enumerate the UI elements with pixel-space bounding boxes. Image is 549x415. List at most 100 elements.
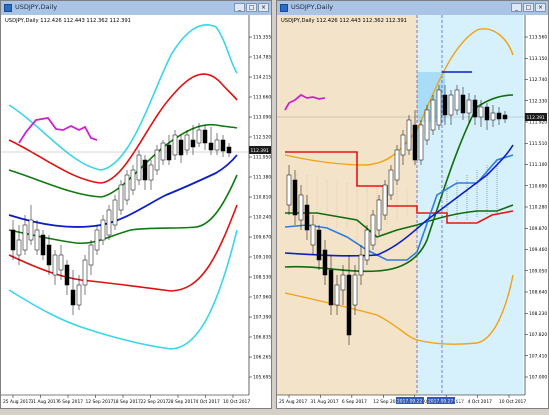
current-price-label: 112.391: [527, 115, 545, 121]
candle-body: [340, 274, 346, 291]
time-tick-label: 22 Sep 2017: [141, 399, 169, 405]
candle-body: [46, 244, 52, 266]
candle-body: [490, 112, 496, 121]
price-tick-label: 111.100: [529, 162, 547, 168]
candle-body: [154, 149, 160, 171]
price-tick-label: 105.695: [253, 375, 271, 381]
candle-body: [166, 144, 172, 161]
candle-body: [190, 139, 196, 148]
candle-body: [100, 219, 106, 241]
current-price-label: 112.391: [251, 148, 269, 154]
candle-body: [472, 99, 478, 118]
candle-body: [184, 134, 190, 151]
window-title: USDJPY,Daily: [291, 3, 334, 11]
chart-window-right[interactable]: USDJPY,Daily _ □ × 113.560 113.150 112.7…: [276, 0, 549, 409]
candle-body: [382, 184, 388, 216]
candle-body: [334, 284, 340, 306]
time-tick-label: 4 Oct 2017: [468, 399, 493, 405]
candle-body: [388, 169, 394, 196]
maximize-button[interactable]: □: [523, 3, 534, 12]
candle-body: [172, 134, 178, 156]
candle-body: [502, 114, 508, 120]
candle-body: [58, 254, 64, 271]
candle-body: [496, 112, 502, 120]
candle-body: [10, 229, 16, 251]
time-tick-label: 28 Sep 2017: [168, 399, 196, 405]
price-tick-label: 109.670: [253, 235, 271, 241]
chart-window-icon: [4, 4, 12, 12]
chart-window-left[interactable]: USDJPY,Daily _ □ × 115.355 114.785 114.215…: [0, 0, 272, 409]
minimize-button[interactable]: _: [234, 3, 245, 12]
price-tick-label: 107.410: [529, 353, 547, 359]
candle-body: [160, 142, 166, 161]
candle-body: [376, 199, 382, 231]
title-bar[interactable]: USDJPY,Daily _ □ ×: [1, 1, 271, 16]
candle-body: [484, 106, 490, 121]
price-tick-label: 110.810: [253, 195, 271, 201]
price-tick-label: 107.390: [253, 315, 271, 321]
time-tick-label: 25 Aug 2017: [279, 399, 307, 405]
price-tick-label: 107.820: [529, 332, 547, 338]
price-tick-label: 106.265: [253, 355, 271, 361]
crosshair-time-label-2: 2017.09.27 00:00: [428, 399, 467, 405]
price-tick-label: 111.380: [253, 175, 271, 181]
candle-body: [412, 124, 418, 161]
price-chart[interactable]: 115.355 114.785 114.215 113.660 113.090 112.5…: [1, 15, 271, 408]
price-tick-label: 109.870: [529, 226, 547, 232]
price-tick-label: 112.520: [253, 135, 271, 141]
time-tick-label: 31 Aug 2017: [31, 399, 59, 405]
candle-body: [112, 199, 118, 226]
chart-header: USDJPY,Daily 112.426 112.443 112.362 112…: [5, 18, 131, 24]
price-tick-label: 106.835: [253, 335, 271, 341]
candle-body: [454, 89, 460, 111]
candle-body: [130, 169, 136, 191]
chart-window-icon: [280, 4, 288, 12]
candle-body: [208, 142, 214, 151]
candle-body: [328, 269, 334, 306]
candle-body: [400, 134, 406, 156]
price-tick-label: 114.215: [253, 75, 271, 81]
candle-body: [298, 194, 304, 221]
candle-body: [52, 254, 58, 276]
candle-body: [40, 234, 46, 256]
maximize-button[interactable]: □: [246, 3, 257, 12]
candle-body: [442, 94, 448, 116]
candle-body: [352, 274, 358, 306]
minimize-button[interactable]: _: [511, 3, 522, 12]
candle-body: [316, 229, 322, 261]
price-tick-label: 112.330: [529, 98, 547, 104]
candle-body: [16, 239, 22, 256]
candle-body: [418, 124, 424, 161]
title-bar[interactable]: USDJPY,Daily _ □ ×: [277, 1, 548, 16]
candle-body: [94, 229, 100, 251]
close-button[interactable]: ×: [535, 3, 546, 12]
price-tick-label: 110.690: [529, 183, 547, 189]
candle-body: [22, 224, 28, 251]
candle-body: [448, 94, 454, 116]
price-tick-label: 113.090: [253, 115, 271, 121]
price-tick-label: 108.530: [253, 275, 271, 281]
price-tick-label: 113.660: [253, 95, 271, 101]
time-tick-label: 31 Aug 2017: [310, 399, 338, 405]
time-tick-label: 6 Sep 2017: [342, 399, 367, 405]
candle-body: [430, 99, 436, 131]
ichimoku-chart[interactable]: 113.560113.150112.740112.330111.920111.5…: [277, 15, 548, 408]
candle-body: [406, 119, 412, 151]
candle-body: [202, 129, 208, 144]
price-tick-label: 111.950: [253, 155, 271, 161]
close-button[interactable]: ×: [258, 3, 269, 12]
price-tick-label: 107.000: [529, 375, 547, 381]
time-tick-label: 6 Sep 2017: [58, 399, 83, 405]
time-tick-label: 18 Sep 2017: [113, 399, 141, 405]
candle-body: [142, 159, 148, 181]
candle-body: [370, 214, 376, 246]
price-tick-label: 115.355: [253, 35, 271, 41]
price-tick-label: 113.150: [529, 56, 547, 62]
price-tick-label: 114.785: [253, 55, 271, 61]
time-tick-label: 12 Sep 2017: [86, 399, 114, 405]
price-tick-label: 108.640: [529, 290, 547, 296]
candle-body: [304, 204, 310, 231]
candle-body: [322, 249, 328, 276]
candle-body: [76, 284, 82, 306]
candle-body: [358, 254, 364, 276]
